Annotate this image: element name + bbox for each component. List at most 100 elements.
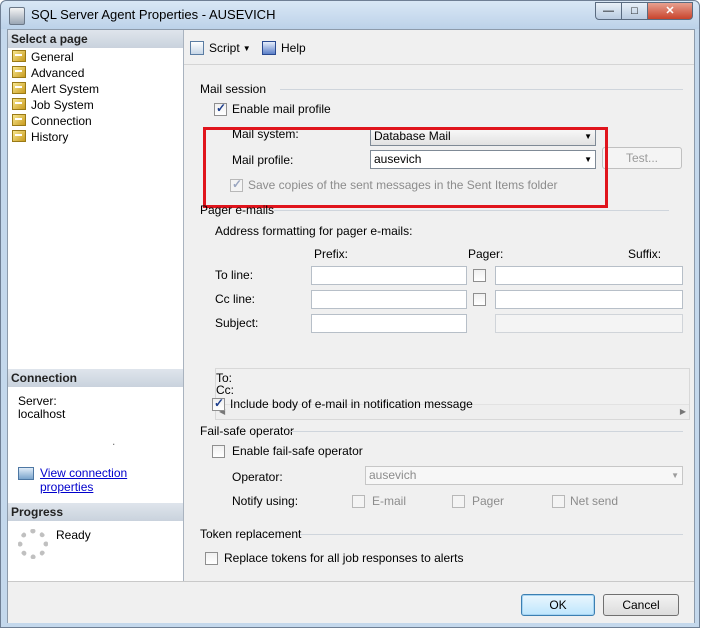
script-button[interactable]: Script ▼ <box>190 39 251 57</box>
to-line-label: To line: <box>215 268 254 282</box>
dialog-client-area: Select a page General Advanced Alert Sys… <box>7 29 695 623</box>
address-formatting-label: Address formatting for pager e-mails: <box>215 224 413 238</box>
ok-button[interactable]: OK <box>521 594 595 616</box>
minimize-icon: — <box>603 5 614 17</box>
help-label: Help <box>281 41 306 55</box>
to-cc-preview: To: Cc: ◀ ▶ <box>215 368 690 420</box>
script-label: Script <box>209 41 240 55</box>
page-item-alert-system[interactable]: Alert System <box>12 81 99 97</box>
page-icon <box>12 98 26 110</box>
notify-net-send-checkbox[interactable] <box>552 495 565 508</box>
separator-dot: . <box>112 434 116 448</box>
to-line-suffix-input[interactable] <box>495 266 683 285</box>
progress-spinner-icon <box>18 529 48 559</box>
notify-net-send-label: Net send <box>570 494 619 508</box>
cc-line-suffix-input[interactable] <box>495 290 683 309</box>
dialog-window: SQL Server Agent Properties - AUSEVICH —… <box>0 0 700 628</box>
enable-fail-safe-checkbox[interactable] <box>212 445 225 458</box>
suffix-header: Suffix: <box>628 247 662 261</box>
minimize-button[interactable]: — <box>595 2 622 20</box>
enable-mail-profile-label: Enable mail profile <box>232 102 331 116</box>
notify-email-label: E-mail <box>372 494 407 508</box>
page-item-history[interactable]: History <box>12 129 68 145</box>
page-item-label: General <box>31 50 74 64</box>
mail-system-label: Mail system: <box>232 127 299 141</box>
page-item-label: Alert System <box>31 82 100 96</box>
help-button[interactable]: Help <box>262 39 306 57</box>
mail-session-divider <box>280 89 683 90</box>
connection-properties-icon <box>18 467 34 480</box>
prefix-header: Prefix: <box>314 247 349 261</box>
token-replacement-group-label: Token replacement <box>200 527 302 541</box>
progress-status: Ready <box>56 528 91 542</box>
mail-profile-dropdown[interactable]: ausevich ▼ <box>370 150 596 169</box>
page-item-advanced[interactable]: Advanced <box>12 65 84 81</box>
cc-line-label: Cc line: <box>215 292 256 306</box>
chevron-down-icon: ▼ <box>584 132 592 141</box>
enable-fail-safe-label: Enable fail-safe operator <box>232 444 363 458</box>
page-icon <box>12 66 26 78</box>
to-line-pager-checkbox[interactable] <box>473 269 486 282</box>
progress-header: Progress <box>8 503 183 521</box>
page-item-label: History <box>31 130 69 144</box>
token-replacement-divider <box>300 534 683 535</box>
pager-emails-divider <box>274 210 669 211</box>
maximize-button[interactable]: □ <box>621 2 648 20</box>
title-bar[interactable]: SQL Server Agent Properties - AUSEVICH —… <box>1 1 699 29</box>
save-copies-label: Save copies of the sent messages in the … <box>248 178 558 192</box>
fail-safe-group-label: Fail-safe operator <box>200 424 295 438</box>
to-line-prefix-input[interactable] <box>311 266 467 285</box>
close-button[interactable]: ✕ <box>647 2 693 20</box>
help-icon <box>262 41 276 55</box>
sql-server-agent-icon <box>9 7 25 25</box>
page-icon <box>12 130 26 142</box>
chevron-down-icon: ▼ <box>671 471 679 480</box>
page-icon <box>12 50 26 62</box>
subject-prefix-input[interactable] <box>311 314 467 333</box>
view-connection-properties-link[interactable]: View connection properties <box>40 466 183 494</box>
close-icon: ✕ <box>665 5 675 17</box>
replace-tokens-checkbox[interactable] <box>205 552 218 565</box>
page-item-job-system[interactable]: Job System <box>12 97 94 113</box>
replace-tokens-label: Replace tokens for all job responses to … <box>224 551 464 565</box>
cc-preview-label: Cc: <box>216 383 234 397</box>
page-item-connection[interactable]: Connection <box>12 113 92 129</box>
subject-label: Subject: <box>215 316 259 330</box>
notify-pager-label: Pager <box>472 494 505 508</box>
save-copies-checkbox[interactable] <box>230 177 243 192</box>
script-icon <box>190 41 204 55</box>
operator-label: Operator: <box>232 470 283 484</box>
page-item-label: Connection <box>31 114 92 128</box>
notify-pager-checkbox[interactable] <box>452 495 465 508</box>
chevron-down-icon: ▼ <box>584 155 592 164</box>
notify-using-label: Notify using: <box>232 494 299 508</box>
select-page-header: Select a page <box>8 30 183 48</box>
page-icon <box>12 82 26 94</box>
page-item-label: Advanced <box>31 66 85 80</box>
notify-email-checkbox[interactable] <box>352 495 365 508</box>
include-body-checkbox[interactable] <box>212 396 225 411</box>
mail-profile-value: ausevich <box>374 152 422 166</box>
server-value: localhost <box>18 407 66 421</box>
operator-dropdown[interactable]: ausevich ▼ <box>365 466 683 485</box>
mail-profile-label: Mail profile: <box>232 153 294 167</box>
mail-session-group-label: Mail session <box>200 82 267 96</box>
properties-content: Mail session Enable mail profile Mail sy… <box>188 70 692 578</box>
cc-line-prefix-input[interactable] <box>311 290 467 309</box>
cc-line-pager-checkbox[interactable] <box>473 293 486 306</box>
connection-header: Connection <box>8 369 183 387</box>
scroll-right-icon[interactable]: ▶ <box>680 405 686 419</box>
fail-safe-divider <box>291 431 683 432</box>
subject-suffix-input[interactable] <box>495 314 683 333</box>
enable-mail-profile-checkbox[interactable] <box>214 101 227 116</box>
chevron-down-icon: ▼ <box>242 44 251 53</box>
dialog-button-bar: OK Cancel <box>8 581 694 623</box>
mail-system-value: Database Mail <box>374 129 451 143</box>
test-button[interactable]: Test... <box>602 147 682 169</box>
page-icon <box>12 114 26 126</box>
page-item-general[interactable]: General <box>12 49 74 65</box>
include-body-label: Include body of e-mail in notification m… <box>230 397 473 411</box>
window-title: SQL Server Agent Properties - AUSEVICH <box>31 7 276 22</box>
mail-system-dropdown[interactable]: Database Mail ▼ <box>370 127 596 146</box>
cancel-button[interactable]: Cancel <box>603 594 679 616</box>
